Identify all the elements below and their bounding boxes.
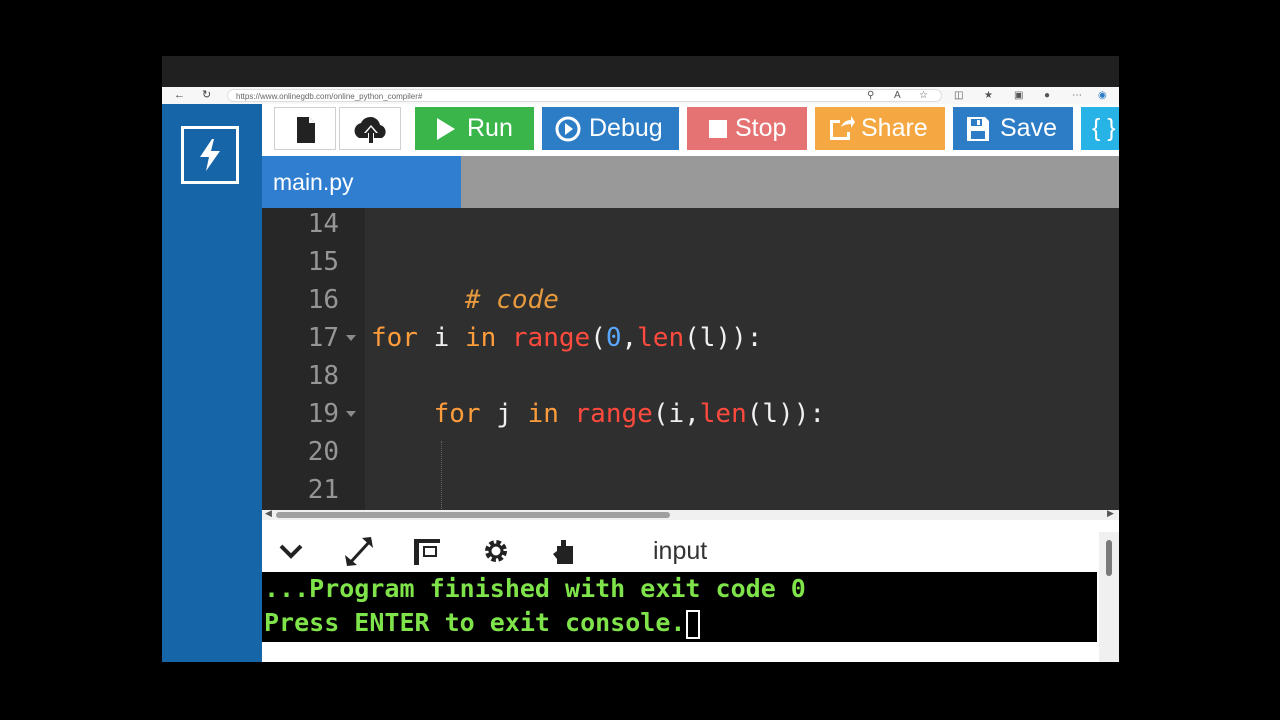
fold-arrow-icon[interactable] xyxy=(346,411,356,417)
expand-icon[interactable] xyxy=(344,532,376,570)
favorites-icon[interactable]: ★ xyxy=(984,87,993,104)
fold-arrow-icon[interactable] xyxy=(346,335,356,341)
indent-guide xyxy=(441,441,442,510)
code-line-19: for j in range(i,len(l)): xyxy=(371,395,825,433)
share-label: Share xyxy=(861,114,928,142)
code-text: (l)): xyxy=(684,323,763,353)
code-keyword: in xyxy=(527,399,559,429)
save-button[interactable]: Save xyxy=(953,107,1073,150)
console-vertical-scrollbar[interactable] xyxy=(1099,532,1119,662)
code-text: i xyxy=(417,323,465,353)
line-number: 14 xyxy=(307,209,339,239)
line-number: 17 xyxy=(307,323,339,353)
lightning-icon xyxy=(200,139,220,171)
cloud-upload-icon xyxy=(354,116,386,143)
edge-icon[interactable]: ◉ xyxy=(1098,87,1107,104)
clear-console-icon[interactable] xyxy=(549,532,579,570)
console-line: ...Program finished with exit code 0 xyxy=(264,574,806,603)
line-number: 16 xyxy=(307,285,339,315)
url-text: https://www.onlinegdb.com/online_python_… xyxy=(236,92,423,101)
code-comment: # code xyxy=(464,285,559,315)
text-cursor xyxy=(686,609,701,639)
gear-icon[interactable] xyxy=(481,532,511,570)
console-prompt-text: Press ENTER to exit console. xyxy=(264,608,686,637)
line-number: 19 xyxy=(307,399,339,429)
console-toolbar: input xyxy=(262,532,1097,570)
code-line-17: for i in range(0,len(l)): xyxy=(371,319,762,357)
code-text: (l)): xyxy=(746,399,826,429)
scrollbar-thumb[interactable] xyxy=(1106,540,1112,576)
code-keyword: for xyxy=(433,399,481,429)
console-output[interactable]: ...Program finished with exit code 0 Pre… xyxy=(262,572,1097,642)
line-number: 15 xyxy=(307,247,339,277)
sidebar xyxy=(162,104,262,662)
share-button[interactable]: Share xyxy=(815,107,945,150)
split-screen-icon[interactable]: ◫ xyxy=(954,87,963,104)
scroll-left-icon[interactable]: ◀ xyxy=(265,508,272,519)
code-builtin: len xyxy=(637,323,685,353)
save-label: Save xyxy=(1000,114,1057,142)
code-text: , xyxy=(621,323,638,353)
file-icon xyxy=(297,117,315,143)
screen: ← ↻ https://www.onlinegdb.com/online_pyt… xyxy=(162,56,1119,662)
collections-icon[interactable]: ▣ xyxy=(1014,87,1023,104)
run-button[interactable]: Run xyxy=(415,107,534,150)
refresh-icon[interactable]: ↻ xyxy=(202,87,211,104)
browser-address-bar: ← ↻ https://www.onlinegdb.com/online_pyt… xyxy=(162,87,1119,104)
code-keyword: for xyxy=(371,323,418,353)
input-tab[interactable]: input xyxy=(653,532,707,570)
debug-label: Debug xyxy=(589,114,663,142)
scroll-right-icon[interactable]: ▶ xyxy=(1107,508,1114,519)
beautify-label: { } xyxy=(1092,114,1116,142)
code-text: j xyxy=(480,399,528,429)
scrollbar-thumb[interactable] xyxy=(276,512,670,518)
file-tabs: main.py xyxy=(262,156,1119,208)
code-number: 0 xyxy=(605,323,622,353)
line-number-gutter: 14 15 16 17 18 19 20 21 xyxy=(262,208,365,510)
chevron-down-icon[interactable] xyxy=(278,532,304,570)
line-number: 20 xyxy=(307,437,339,467)
tab-main-py[interactable]: main.py xyxy=(262,156,461,208)
zoom-icon[interactable]: ⚲ xyxy=(867,87,874,104)
onlinegdb-logo[interactable] xyxy=(181,126,239,184)
window-top-bar xyxy=(162,56,1119,87)
stop-label: Stop xyxy=(735,114,787,142)
extension-icon[interactable]: ● xyxy=(1044,87,1050,104)
code-editor[interactable]: 14 15 16 17 18 19 20 21 # code for i in … xyxy=(262,208,1119,510)
run-label: Run xyxy=(467,114,513,142)
toolbar: Run Debug Stop Share Save {} xyxy=(262,104,1119,156)
debug-button[interactable]: Debug xyxy=(542,107,679,150)
new-file-button[interactable] xyxy=(274,107,336,150)
url-field[interactable]: https://www.onlinegdb.com/online_python_… xyxy=(227,89,942,102)
code-line-15: # code xyxy=(371,243,559,315)
more-icon[interactable]: ⋯ xyxy=(1072,87,1082,104)
code-keyword: in xyxy=(464,323,497,353)
read-aloud-icon[interactable]: A xyxy=(894,87,901,104)
code-builtin: len xyxy=(699,399,747,429)
layout-icon[interactable] xyxy=(412,532,442,570)
line-number: 18 xyxy=(307,361,339,391)
code-text: (i, xyxy=(652,399,700,429)
stop-button[interactable]: Stop xyxy=(687,107,807,150)
upload-button[interactable] xyxy=(339,107,401,150)
console-line: Press ENTER to exit console. xyxy=(264,606,701,640)
back-icon[interactable]: ← xyxy=(174,87,185,104)
favorite-star-icon[interactable]: ☆ xyxy=(919,87,928,104)
code-text: ( xyxy=(590,323,606,353)
beautify-button[interactable]: { } xyxy=(1081,107,1119,150)
editor-horizontal-scrollbar[interactable]: ◀ ▶ xyxy=(262,508,1119,520)
code-builtin: range xyxy=(511,323,591,353)
tab-label: main.py xyxy=(273,169,354,195)
code-builtin: range xyxy=(574,399,653,429)
line-number: 21 xyxy=(307,475,339,505)
